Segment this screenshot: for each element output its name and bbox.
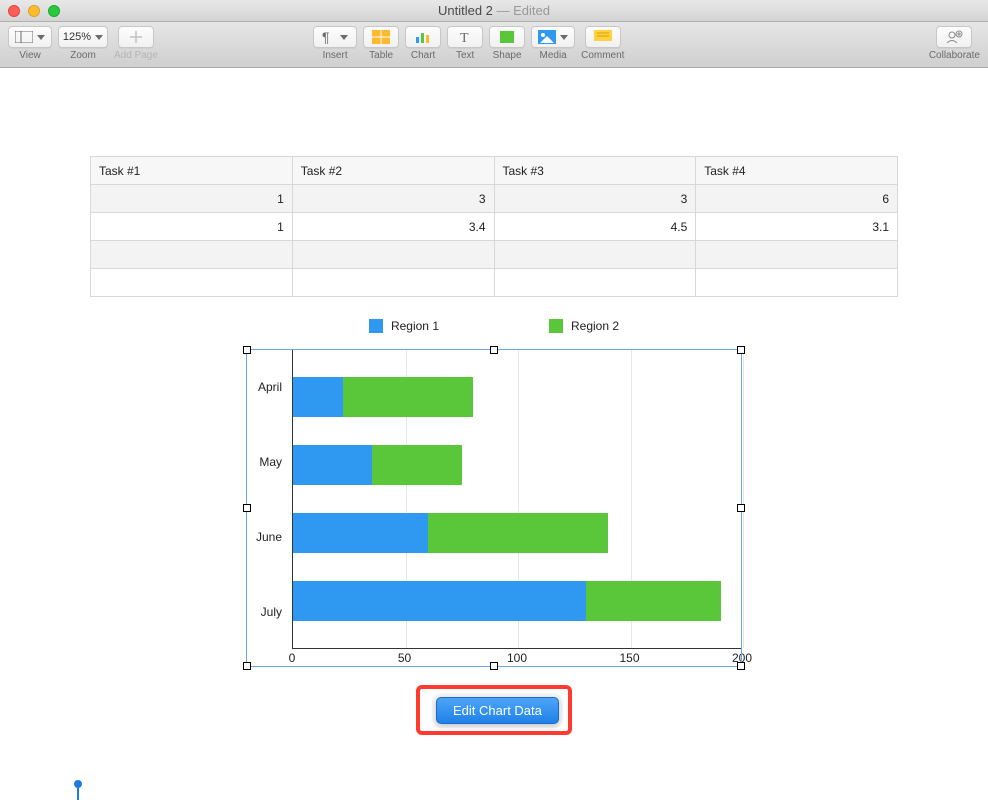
- svg-text:¶: ¶: [322, 30, 330, 44]
- table-cell[interactable]: 4.5: [494, 213, 696, 241]
- shape-icon: [499, 30, 515, 44]
- chart-category-label: May: [246, 455, 282, 469]
- comment-label: Comment: [581, 50, 624, 61]
- chevron-down-icon: [95, 35, 103, 40]
- chart-tick-label: 100: [507, 651, 527, 665]
- chart-y-labels: April May June July: [246, 349, 292, 649]
- chart-category-label: June: [246, 530, 282, 544]
- add-page-tool[interactable]: Add Page: [114, 26, 158, 61]
- comment-tool[interactable]: Comment: [581, 26, 624, 61]
- text-label: Text: [456, 50, 474, 61]
- table-cell[interactable]: 3.4: [292, 213, 494, 241]
- shape-label: Shape: [493, 50, 522, 61]
- close-icon[interactable]: [8, 5, 20, 17]
- table-cell[interactable]: [91, 269, 293, 297]
- chart-tick-label: 150: [619, 651, 639, 665]
- legend-label: Region 1: [391, 319, 439, 333]
- add-page-label: Add Page: [114, 50, 158, 61]
- chart-tick-label: 50: [398, 651, 411, 665]
- chart-tool[interactable]: Chart: [405, 26, 441, 61]
- chart-icon: [414, 30, 432, 44]
- table-cell[interactable]: [494, 241, 696, 269]
- titlebar: Untitled 2 — Edited: [0, 0, 988, 22]
- media-label: Media: [539, 50, 566, 61]
- insert-tool[interactable]: ¶ Insert: [313, 26, 357, 61]
- media-tool[interactable]: Media: [531, 26, 575, 61]
- window-title: Untitled 2 — Edited: [0, 3, 988, 18]
- document-canvas[interactable]: Task #1 Task #2 Task #3 Task #4 1336 13.…: [0, 68, 988, 667]
- table-cell[interactable]: 1: [91, 213, 293, 241]
- legend-item: Region 1: [369, 319, 439, 333]
- table-tool[interactable]: Table: [363, 26, 399, 61]
- chevron-down-icon: [560, 35, 568, 40]
- plus-icon: [129, 30, 143, 44]
- chevron-down-icon: [37, 35, 45, 40]
- chart-plot-area: [292, 349, 742, 649]
- media-icon: [538, 30, 556, 44]
- resize-handle[interactable]: [243, 662, 251, 670]
- view-label: View: [19, 50, 41, 61]
- data-table[interactable]: Task #1 Task #2 Task #3 Task #4 1336 13.…: [90, 156, 898, 297]
- collaborate-label: Collaborate: [929, 50, 980, 61]
- table-label: Table: [369, 50, 393, 61]
- chart-x-labels: 050100150200: [292, 649, 742, 667]
- chart-tick-label: 200: [732, 651, 752, 665]
- zoom-value: 125%: [63, 31, 91, 43]
- legend-swatch: [369, 319, 383, 333]
- view-icon: [15, 31, 33, 43]
- legend-label: Region 2: [571, 319, 619, 333]
- table-icon: [372, 30, 390, 44]
- document-title: Untitled 2: [438, 3, 493, 18]
- text-tool[interactable]: T Text: [447, 26, 483, 61]
- collaborate-icon: [945, 30, 963, 44]
- paragraph-icon: ¶: [322, 30, 336, 44]
- table-cell[interactable]: 6: [696, 185, 898, 213]
- maximize-icon[interactable]: [48, 5, 60, 17]
- shape-tool[interactable]: Shape: [489, 26, 525, 61]
- chart-object[interactable]: AprilMayJuneJuly 050100150200: [246, 349, 742, 667]
- edit-chart-data-button[interactable]: Edit Chart Data: [436, 697, 559, 724]
- window-controls: [8, 5, 60, 17]
- table-cell[interactable]: [494, 269, 696, 297]
- legend-item: Region 2: [549, 319, 619, 333]
- table-cell[interactable]: 3: [292, 185, 494, 213]
- chevron-down-icon: [340, 35, 348, 40]
- table-cell[interactable]: [696, 241, 898, 269]
- table-cell[interactable]: [91, 241, 293, 269]
- view-tool[interactable]: View: [8, 26, 52, 61]
- chart-category-label: April: [246, 380, 282, 394]
- zoom-tool[interactable]: 125% Zoom: [58, 26, 108, 61]
- table-cell[interactable]: 3: [494, 185, 696, 213]
- table-cell[interactable]: 3.1: [696, 213, 898, 241]
- comment-icon: [594, 30, 612, 44]
- table-cell[interactable]: [292, 269, 494, 297]
- table-cell[interactable]: [292, 241, 494, 269]
- table-cell[interactable]: [696, 269, 898, 297]
- chart-label: Chart: [411, 50, 435, 61]
- minimize-icon[interactable]: [28, 5, 40, 17]
- collaborate-tool[interactable]: Collaborate: [929, 26, 980, 61]
- chart-tick-label: 0: [289, 651, 296, 665]
- text-icon: T: [457, 30, 473, 44]
- chart-category-label: July: [246, 605, 282, 619]
- table-header[interactable]: Task #1: [91, 157, 293, 185]
- edited-indicator: — Edited: [493, 3, 550, 18]
- table-header[interactable]: Task #2: [292, 157, 494, 185]
- toolbar-center: ¶ Insert Table Chart T Text Shape Media …: [313, 26, 624, 61]
- legend-swatch: [549, 319, 563, 333]
- insertion-point-icon: [74, 780, 82, 788]
- zoom-label: Zoom: [70, 50, 96, 61]
- table-header[interactable]: Task #4: [696, 157, 898, 185]
- insert-label: Insert: [323, 50, 348, 61]
- table-cell[interactable]: 1: [91, 185, 293, 213]
- toolbar: View 125% Zoom Add Page ¶ Insert Table C…: [0, 22, 988, 68]
- svg-text:T: T: [460, 31, 469, 44]
- chart-legend: Region 1 Region 2: [0, 319, 988, 333]
- table-header[interactable]: Task #3: [494, 157, 696, 185]
